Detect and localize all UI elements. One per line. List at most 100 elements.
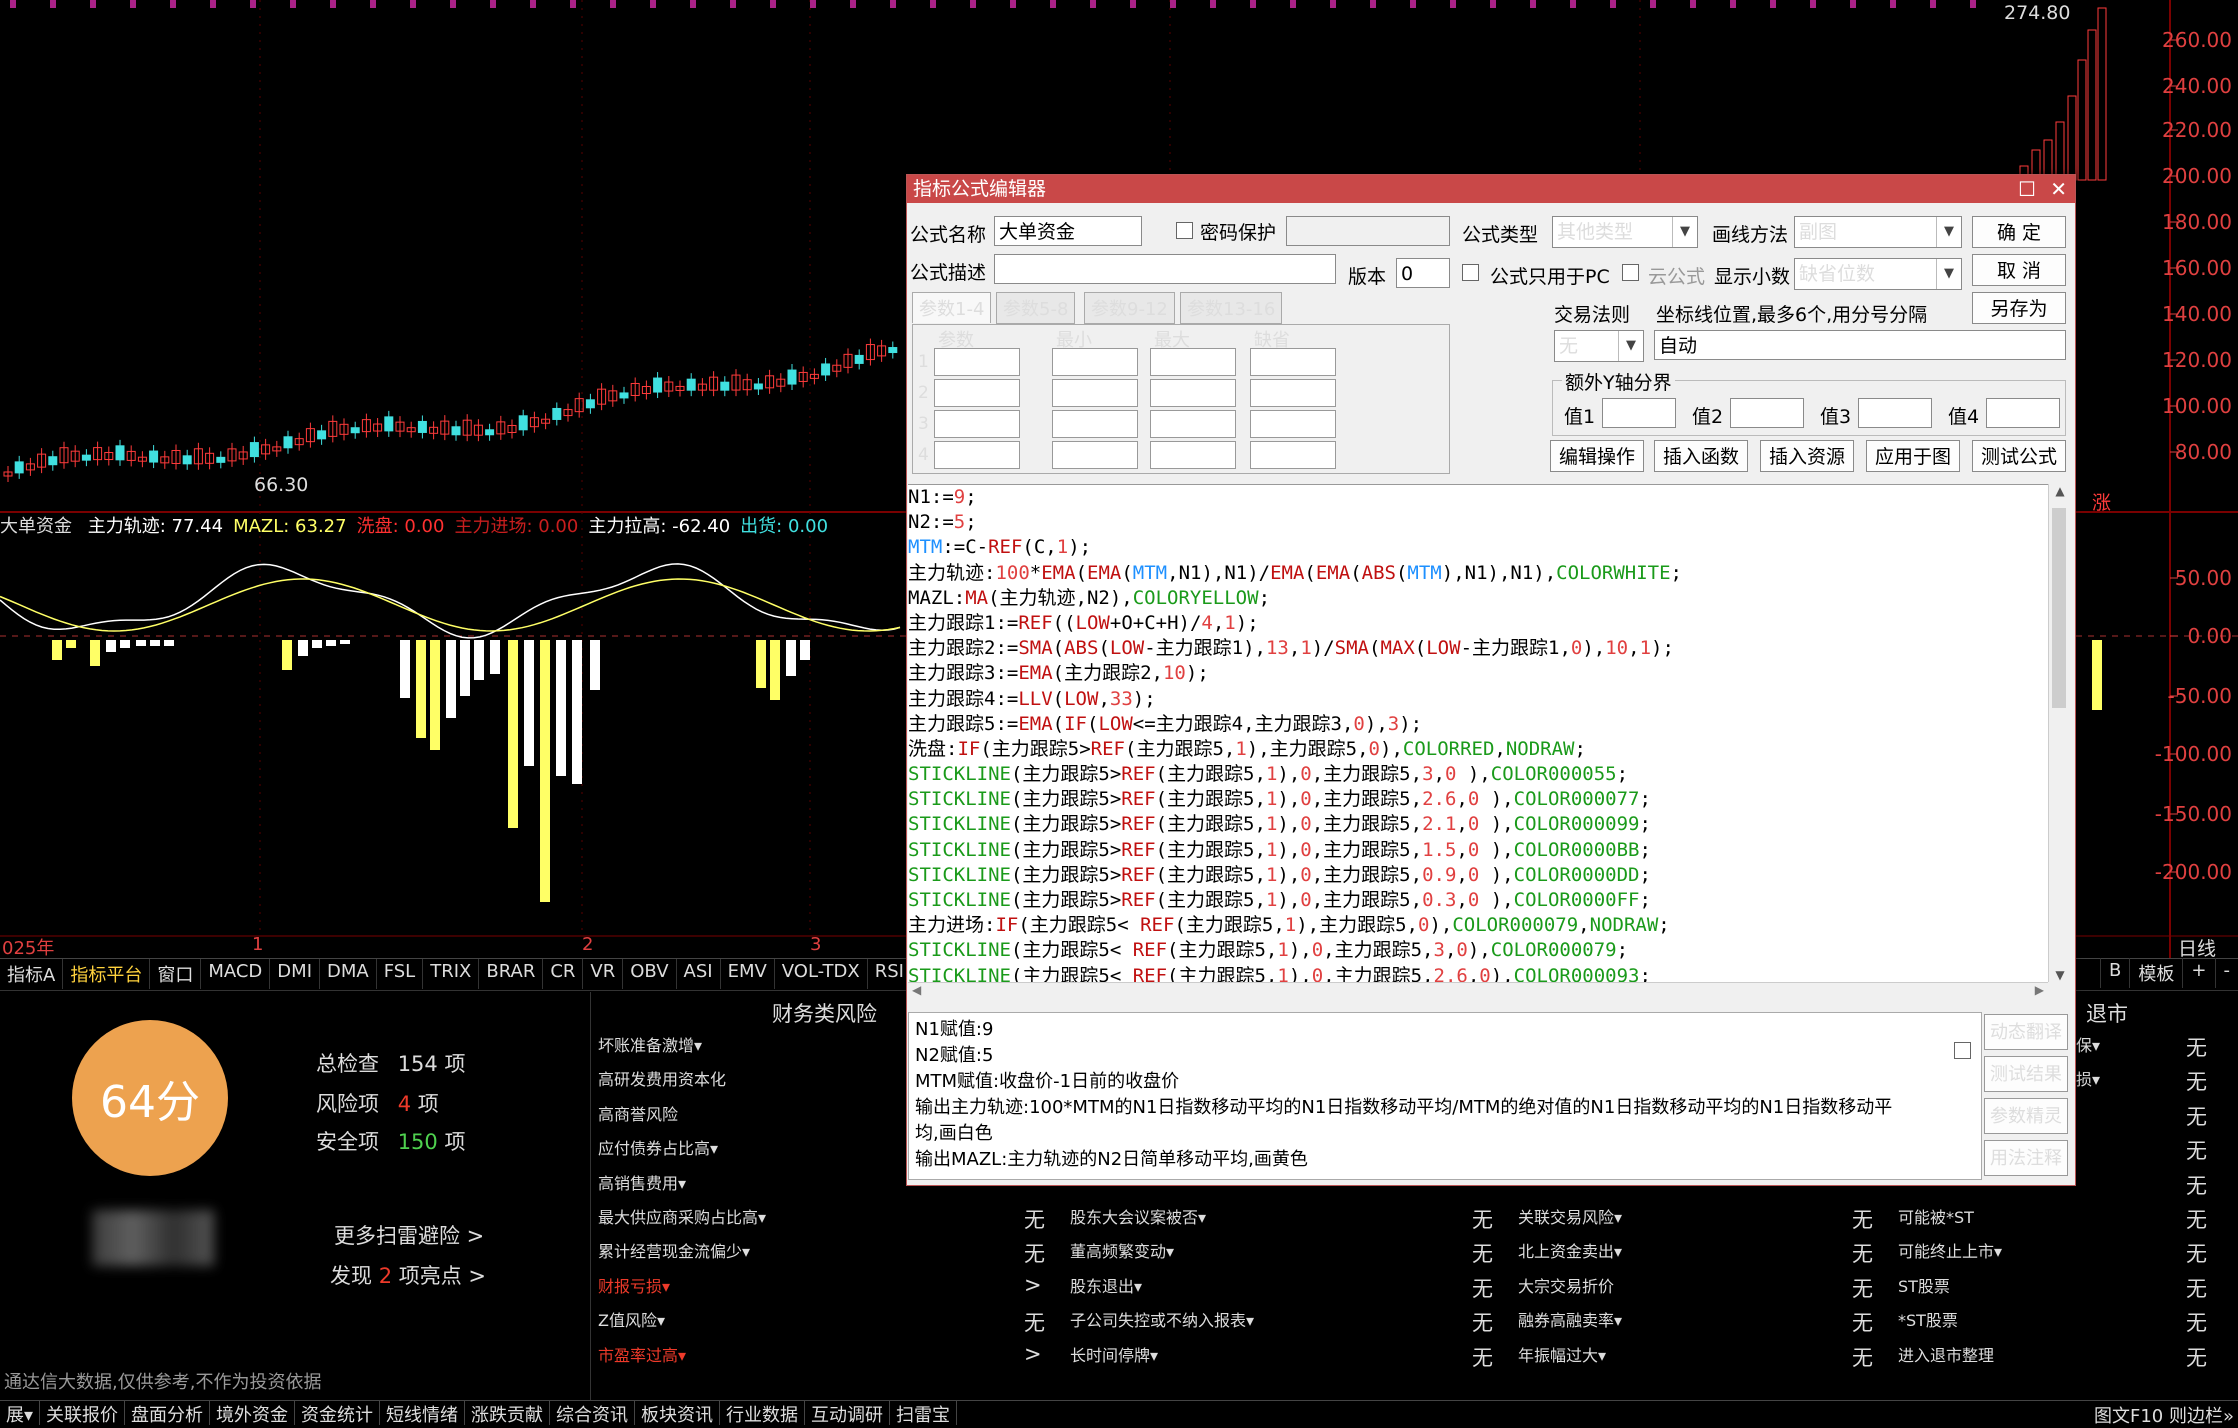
indicator-tab[interactable]: 窗口 [150, 959, 201, 989]
dialog-action-button[interactable]: 编辑操作 [1550, 440, 1644, 472]
right-tab[interactable]: 模板 [2129, 958, 2182, 988]
bottom-tab[interactable]: 行业数据 [720, 1401, 805, 1425]
param-cell[interactable] [1150, 410, 1236, 438]
param-tab[interactable]: 参数1-4 [912, 292, 991, 323]
code-editor[interactable]: N1:=9;N2:=5;MTM:=C-REF(C,1);主力轨迹:100*EMA… [908, 484, 2048, 983]
param-tab[interactable]: 参数5-8 [996, 292, 1075, 324]
indicator-tab[interactable]: MACD [201, 959, 270, 989]
param-tab[interactable]: 参数9-12 [1084, 292, 1175, 324]
dialog-title-bar[interactable]: 指标公式编辑器 ☐ ✕ [907, 175, 2075, 203]
risk-item[interactable]: 子公司失控或不纳入报表▾ [1070, 1307, 1254, 1331]
risk-item[interactable]: 董高频繁变动▾ [1070, 1238, 1174, 1262]
indicator-tab[interactable]: ASI [677, 959, 721, 989]
risk-item[interactable]: 坏账准备激增▾ [598, 1032, 702, 1056]
risk-item[interactable]: *ST股票 [1898, 1307, 1958, 1331]
bottom-right-links[interactable]: 图文F10 则边栏» [2094, 1402, 2234, 1428]
param-cell[interactable] [934, 379, 1020, 407]
save-as-button[interactable]: 另存为 [1972, 292, 2066, 324]
risk-item[interactable]: 高研发费用资本化 [598, 1066, 726, 1090]
highlight-link[interactable]: 发现 2 项亮点 > [330, 1260, 486, 1290]
bottom-tab[interactable]: 涨跌贡献 [465, 1401, 550, 1425]
risk-item[interactable]: 年振幅过大▾ [1518, 1342, 1606, 1366]
risk-item[interactable]: 累计经营现金流偏少▾ [598, 1238, 750, 1262]
param-cell[interactable] [1052, 410, 1138, 438]
param-cell[interactable] [1150, 441, 1236, 469]
side-button[interactable]: 测试结果 [1984, 1056, 2068, 1092]
indicator-tab[interactable]: EMV [721, 959, 775, 989]
risk-item[interactable]: 可能被*ST [1898, 1204, 1974, 1228]
bottom-tab[interactable]: 短线情绪 [380, 1401, 465, 1425]
y-value-input[interactable] [1730, 398, 1804, 428]
risk-item[interactable]: 股东退出▾ [1070, 1273, 1142, 1297]
param-cell[interactable] [1052, 379, 1138, 407]
version-input[interactable]: 0 [1396, 258, 1450, 288]
coord-input[interactable]: 自动 [1654, 330, 2066, 360]
bottom-tab[interactable]: 扫雷宝 [890, 1401, 957, 1425]
bottom-tab[interactable]: 展▾ [0, 1401, 40, 1425]
risk-item[interactable]: 高商誉风险 [598, 1101, 678, 1125]
indicator-tab[interactable]: DMA [320, 959, 377, 989]
param-cell[interactable] [1250, 348, 1336, 376]
param-tab[interactable]: 参数13-16 [1180, 292, 1282, 324]
side-button[interactable]: 用法注释 [1984, 1140, 2068, 1176]
translation-checkbox[interactable] [1954, 1042, 1971, 1059]
param-cell[interactable] [1052, 441, 1138, 469]
code-hscroll[interactable]: ◀ ▶ [908, 982, 2048, 1003]
risk-item[interactable]: Z值风险▾ [598, 1307, 665, 1331]
risk-item[interactable]: 保▾ [2076, 1032, 2100, 1056]
dialog-action-button[interactable]: 插入资源 [1760, 440, 1854, 472]
risk-item[interactable]: 北上资金卖出▾ [1518, 1238, 1622, 1262]
risk-item[interactable]: 损▾ [2076, 1066, 2100, 1090]
indicator-tab[interactable]: DMI [270, 959, 320, 989]
scroll-thumb[interactable] [2052, 508, 2066, 708]
dialog-action-button[interactable]: 测试公式 [1972, 440, 2066, 472]
indicator-tab[interactable]: TRIX [423, 959, 479, 989]
scroll-left-icon[interactable]: ◀ [912, 983, 921, 997]
risk-item[interactable]: ST股票 [1898, 1273, 1950, 1297]
pc-only-checkbox[interactable] [1462, 264, 1479, 281]
indicator-tab[interactable]: 指标A [0, 959, 63, 989]
bottom-tab[interactable]: 境外资金 [210, 1401, 295, 1425]
risk-item[interactable]: 融券高融卖率▾ [1518, 1307, 1622, 1331]
draw-method-select[interactable]: 副图 ▼ [1794, 216, 1962, 248]
param-cell[interactable] [1250, 441, 1336, 469]
risk-item[interactable]: 长时间停牌▾ [1070, 1342, 1158, 1366]
param-cell[interactable] [1250, 379, 1336, 407]
risk-item[interactable]: 最大供应商采购占比高▾ [598, 1204, 766, 1228]
risk-item[interactable]: 大宗交易折价 [1518, 1273, 1614, 1297]
dialog-action-button[interactable]: 插入函数 [1654, 440, 1748, 472]
param-cell[interactable] [1052, 348, 1138, 376]
cancel-button[interactable]: 取 消 [1972, 254, 2066, 286]
indicator-tab[interactable]: VOL-TDX [775, 959, 868, 989]
code-vscroll[interactable]: ▲ ▼ [2048, 484, 2071, 982]
risk-item[interactable]: 关联交易风险▾ [1518, 1204, 1622, 1228]
param-cell[interactable] [934, 348, 1020, 376]
cloud-checkbox[interactable] [1622, 264, 1639, 281]
risk-item[interactable]: 财报亏损▾ [598, 1273, 670, 1297]
ok-button[interactable]: 确 定 [1972, 216, 2066, 248]
indicator-tab[interactable]: FSL [377, 959, 424, 989]
desc-input[interactable] [994, 254, 1336, 284]
close-icon[interactable]: ✕ [2050, 177, 2067, 201]
indicator-tab[interactable]: VR [583, 959, 623, 989]
maximize-icon[interactable]: ☐ [2018, 177, 2036, 201]
right-tab[interactable]: - [2215, 958, 2238, 988]
param-cell[interactable] [934, 441, 1020, 469]
param-cell[interactable] [934, 410, 1020, 438]
bottom-tab[interactable]: 互动调研 [805, 1401, 890, 1425]
password-checkbox[interactable] [1176, 222, 1193, 239]
indicator-tab[interactable]: 指标平台 [63, 959, 150, 989]
password-input[interactable] [1286, 216, 1450, 246]
param-cell[interactable] [1150, 379, 1236, 407]
decimals-select[interactable]: 缺省位数 ▼ [1794, 258, 1962, 290]
indicator-tab[interactable]: BRAR [479, 959, 543, 989]
dialog-action-button[interactable]: 应用于图 [1866, 440, 1960, 472]
param-cell[interactable] [1250, 410, 1336, 438]
y-value-input[interactable] [1986, 398, 2060, 428]
more-scan-link[interactable]: 更多扫雷避险 > [334, 1220, 484, 1250]
risk-item[interactable]: 股东大会议案被否▾ [1070, 1204, 1206, 1228]
scroll-right-icon[interactable]: ▶ [2035, 983, 2044, 997]
risk-item[interactable]: 应付债券占比高▾ [598, 1135, 718, 1159]
right-tab[interactable]: + [2182, 958, 2214, 988]
formula-type-select[interactable]: 其他类型 ▼ [1552, 216, 1698, 248]
